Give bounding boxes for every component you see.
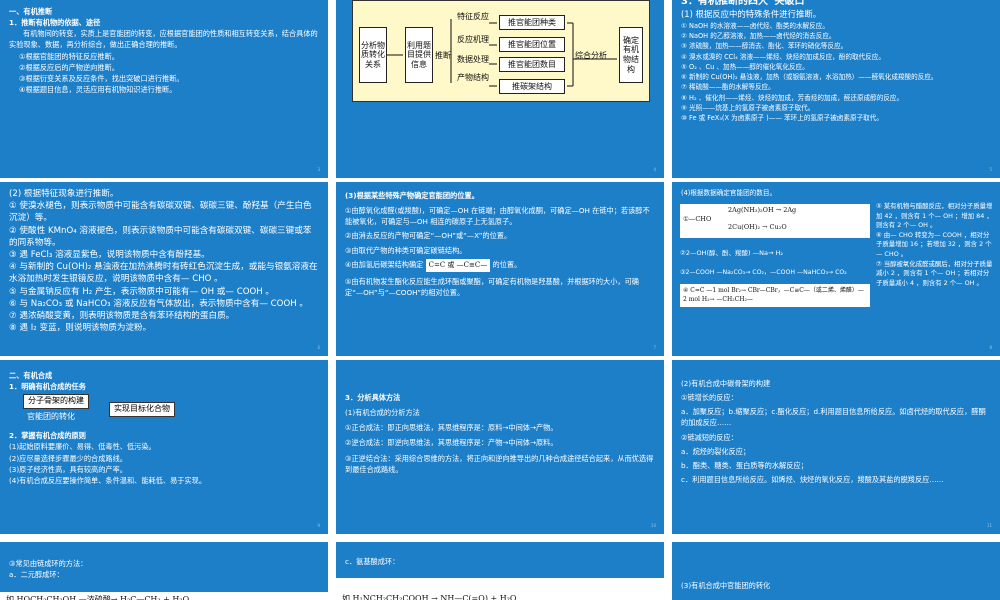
- sub-heading: 2．掌握有机合成的原则: [9, 431, 86, 441]
- list-item: ①链增长的反应：: [681, 393, 738, 403]
- slide-7[interactable]: 二、有机合成 1．明确有机合成的任务 分子骨架的构建 官能团的转化 实现目标化合…: [0, 356, 328, 534]
- equation: 如 H₂NCH₂CH₂COOH → NH—C(=O) + H₂O: [336, 578, 664, 600]
- list-item: ① 使溴水褪色，则表示物质中可能含有碳碳双键、碳碳三键、酚羟基（产生白色沉淀）等…: [9, 201, 312, 224]
- page-number: 9: [317, 522, 320, 528]
- page-number: 3: [317, 166, 320, 172]
- page-number: 4: [653, 166, 656, 172]
- list-item: ⑦ 遇浓硝酸变黄，则表明该物质是含有苯环结构的蛋白质。: [9, 311, 235, 322]
- list-item: a．二元醇成环：: [9, 570, 64, 580]
- box-functional: 官能团的转化: [27, 412, 75, 422]
- equation-4: ④ C=C —1 mol Br₂→ CBr—CBr，—C≡C—（或二烯、烯醛）—…: [680, 283, 870, 307]
- list-item: ⑩ Fe 或 FeX₃(X 为卤素原子 )—— 苯环上的氢原子被卤素原子取代。: [681, 113, 883, 122]
- list-item: ①根据官能团的特征反应推断。: [19, 51, 119, 61]
- list-item: ⑧ 遇 I₂ 变蓝，则说明该物质为淀粉。: [9, 323, 152, 334]
- page-number: 5: [989, 166, 992, 172]
- list-item: (4)有机合成反应要操作简单、条件温和、能耗低、易于实现。: [9, 475, 207, 485]
- page-number: 6: [317, 344, 320, 350]
- list-item: ② NaOH 的乙醇溶液，加热——卤代烃的消去反应。: [681, 32, 836, 41]
- list-item-tail: 的位置。: [492, 259, 522, 269]
- equation-2: ②2—OH(醇、酚、羧酸) —Na→ H₂: [680, 249, 783, 257]
- page-number: 7: [653, 344, 656, 350]
- side-note: ⑥ 由— CHO 转变为— COOH ，相对分子质量增加 16 ；若增加 32 …: [876, 230, 992, 259]
- box-skeleton: 分子骨架的构建: [23, 394, 89, 409]
- list-item: ④ 与新制的 Cu(OH)₂ 悬浊液在加热沸腾时有砖红色沉淀生成，或能与银氨溶液…: [9, 262, 318, 285]
- list-item: b．酯类、糖类、蛋白质等的水解反应；: [681, 460, 808, 470]
- flow-diagram: 分析物质转化关系 利用题目提供信息 推断 特征反应 反应机理 数据处理 产物结构…: [352, 0, 650, 102]
- equation-3: ③2—COOH —Na₂CO₃→ CO₂，—COOH —NaHCO₃→ CO₂: [680, 269, 847, 277]
- list-item: ④ 溴水或溴的 CCl₄ 溶液——烯烃、炔烃的加成反应，酚的取代反应。: [681, 52, 885, 61]
- slide-8[interactable]: 3．分析具体方法 (1)有机合成的分析方法 ①正合成法：即正向思维法，其思维程序…: [336, 356, 664, 534]
- section-heading: 3．分析具体方法: [345, 393, 401, 402]
- slide-title: 3．有机推断的四大“突破口”: [681, 0, 812, 7]
- list-item: ⑨ 光照——烷基上的氢原子被卤素原子取代。: [681, 103, 815, 112]
- box-target: 实现目标化合物: [109, 402, 175, 417]
- sub-heading: (1)有机合成的分析方法: [345, 408, 420, 418]
- list-item: ③ 浓硫酸，加热——醇消去、酯化、苯环的硝化等反应。: [681, 42, 848, 51]
- page-number: 8: [989, 344, 992, 350]
- side-note: ⑦ 当醇被氧化成醛或酮后，相对分子质量减小 2 ，则含有 1 个— OH ；若相…: [876, 259, 993, 287]
- list-item: ①由醇氧化成醛(或羧酸)，可确定—OH 在链端；由醇氧化成酮，可确定—OH 在链…: [345, 206, 650, 227]
- list-item: ⑤ 与金属钠反应有 H₂ 产生，表示物质中可能有— OH 或— COOH 。: [9, 286, 275, 297]
- slide-12[interactable]: (3)有机合成中官能团的转化: [672, 538, 1000, 600]
- list-item: (2)应尽量选择步骤最少的合成路线。: [9, 453, 127, 463]
- eq1-left: ①—CHO: [683, 215, 712, 223]
- slide-2[interactable]: 分析物质转化关系 利用题目提供信息 推断 特征反应 反应机理 数据处理 产物结构…: [336, 0, 664, 178]
- list-item: (3)有机合成中官能团的转化: [681, 581, 771, 590]
- slide-11[interactable]: c．氨基酸成环： 如 H₂NCH₂CH₂COOH → NH—C(=O) + H₂…: [336, 538, 664, 600]
- diagram-arrows: [387, 19, 617, 87]
- slide-1[interactable]: 一、有机推断 1．推断有机物的依据、途径 有机物间的转变，实质上是官能团的转变，…: [0, 0, 328, 178]
- side-note: ⑤ 某有机物与醋酸反应，相对分子质量增加 42 ，则含有 1 个— OH ；增加…: [876, 202, 993, 230]
- list-item: ①正合成法：即正向思维法，其思维程序是：原料→中间体→产物。: [345, 423, 558, 433]
- slide-9[interactable]: (2)有机合成中碳骨架的构建 ①链增长的反应： a．加聚反应；b.缩聚反应；c.…: [672, 356, 1000, 534]
- list-item: c．利用题目信息所给反应。如烯烃、炔烃的氧化反应，羧酸及其盐的脱羧反应……: [681, 475, 944, 485]
- list-item: c．氨基酸成环：: [345, 557, 400, 566]
- list-item: ⑤ O₂ 、Cu 、加热——醇的催化氧化反应。: [681, 62, 809, 71]
- slide-10[interactable]: ③常见由链成环的方法： a．二元醇成环： 如 HOCH₂CH₂OH —浓硫酸→ …: [0, 538, 328, 600]
- list-item: ③根据衍变关系及反应条件，找出突破口进行推断。: [19, 73, 184, 83]
- list-item: ④由加氢后碳架结构确定: [345, 259, 424, 269]
- slide-title: (2)有机合成中碳骨架的构建: [681, 379, 771, 388]
- list-item: a．烷烃的裂化反应；: [681, 446, 751, 456]
- list-item: ②逆合成法：即逆向思维法，其思维程序是：产物→中间体→原料。: [345, 438, 558, 448]
- slide-title: (3)根据某些特殊产物确定官能团的位置。: [345, 191, 479, 200]
- slide-6[interactable]: (4)根据数据确定官能团的数目。 ①—CHO 2Ag(NH₃)₂OH → 2Ag…: [672, 178, 1000, 356]
- list-item: ②由消去反应的产物可确定“—OH”或“—X”的位置。: [345, 231, 512, 241]
- list-item: ⑤由有机物发生酯化反应能生成环酯或聚酯，可确定有机物是羟基酸，并根据环的大小，可…: [345, 276, 639, 297]
- list-item: ③ 遇 FeCl₃ 溶液显紫色，说明该物质中含有酚羟基。: [9, 250, 210, 261]
- list-item: ②链减短的反应：: [681, 432, 738, 442]
- slide-5[interactable]: (3)根据某些特殊产物确定官能团的位置。 ①由醇氧化成醛(或羧酸)，可确定—OH…: [336, 178, 664, 356]
- slide-3[interactable]: 3．有机推断的四大“突破口” (1) 根据反应中的特殊条件进行推断。 ① NaO…: [672, 0, 1000, 178]
- sub-heading: 1．明确有机合成的任务: [9, 382, 86, 392]
- sub-heading: 1．推断有机物的依据、途径: [9, 18, 101, 28]
- list-item: (3)原子经济性高，具有较高的产率。: [9, 464, 127, 474]
- list-item: ⑥ 新制的 Cu(OH)₂ 悬浊液，加热（或银氨溶液，水浴加热）——醛氧化成羧酸…: [681, 73, 938, 82]
- eq1-bottom: 2Cu(OH)₂ → Cu₂O: [728, 223, 787, 231]
- slide-title: (2) 根据特征现象进行推断。: [9, 189, 119, 199]
- page-number: 11: [986, 522, 992, 528]
- list-item: ② 使酸性 KMnO₄ 溶液褪色，则表示该物质中可能含有碳碳双键、碳碳三键或苯的…: [9, 225, 312, 248]
- list-item: ③正逆结合法：采用综合思维的方法，将正向和逆向推导出的几种合成途径结合起来，从而…: [345, 453, 654, 474]
- list-item: ⑦ 稀硫酸——酯的水解等反应。: [681, 83, 775, 92]
- formula-box: C=C 或 —C≡C—: [425, 258, 491, 272]
- page-number: 10: [650, 522, 656, 528]
- list-item: a．加聚反应；b.缩聚反应；c.酯化反应；d.利用题目信息所给反应。如卤代烃的取…: [681, 407, 986, 428]
- section-heading: 二、有机合成: [9, 371, 53, 380]
- slide-4[interactable]: (2) 根据特征现象进行推断。 ① 使溴水褪色，则表示物质中可能含有碳碳双键、碳…: [0, 178, 328, 356]
- slide-title: (4)根据数据确定官能团的数目。: [681, 189, 777, 197]
- list-item: ③由取代产物的种类可确定碳链结构。: [345, 245, 467, 255]
- section-heading: 一、有机推断: [9, 7, 53, 16]
- list-item: ⑥ 与 Na₂CO₃ 或 NaHCO₃ 溶液反应有气体放出，表示物质中含有— C…: [9, 298, 309, 309]
- list-item: ⑧ H₂ 、催化剂——烯烃、炔烃的加成，芳香烃的加成，醛还原成醇的反应。: [681, 93, 904, 102]
- eq1-top: 2Ag(NH₃)₂OH → 2Ag: [728, 206, 797, 214]
- equation: 如 HOCH₂CH₂OH —浓硫酸→ H₂C—CH₂ + H₂O: [0, 592, 328, 600]
- list-item: (1)起始原料要廉价、易得、低毒性、低污染。: [9, 442, 156, 452]
- paragraph: 有机物间的转变，实质上是官能团的转变，应根据官能团的性质和相互转变关系，结合具体…: [9, 29, 318, 50]
- equation-1: ①—CHO 2Ag(NH₃)₂OH → 2Ag 2Cu(OH)₂ → Cu₂O: [680, 204, 870, 238]
- sub-heading: (1) 根据反应中的特殊条件进行推断。: [681, 9, 822, 19]
- list-item: ②根据反应后的产物逆向推断。: [19, 62, 119, 72]
- list-item: ④根据题目信息，灵活应用有机物知识进行推断。: [19, 85, 177, 95]
- list-item: ③常见由链成环的方法：: [9, 559, 88, 568]
- list-item: ① NaOH 的水溶液——卤代烃、酯类的水解反应。: [681, 22, 829, 31]
